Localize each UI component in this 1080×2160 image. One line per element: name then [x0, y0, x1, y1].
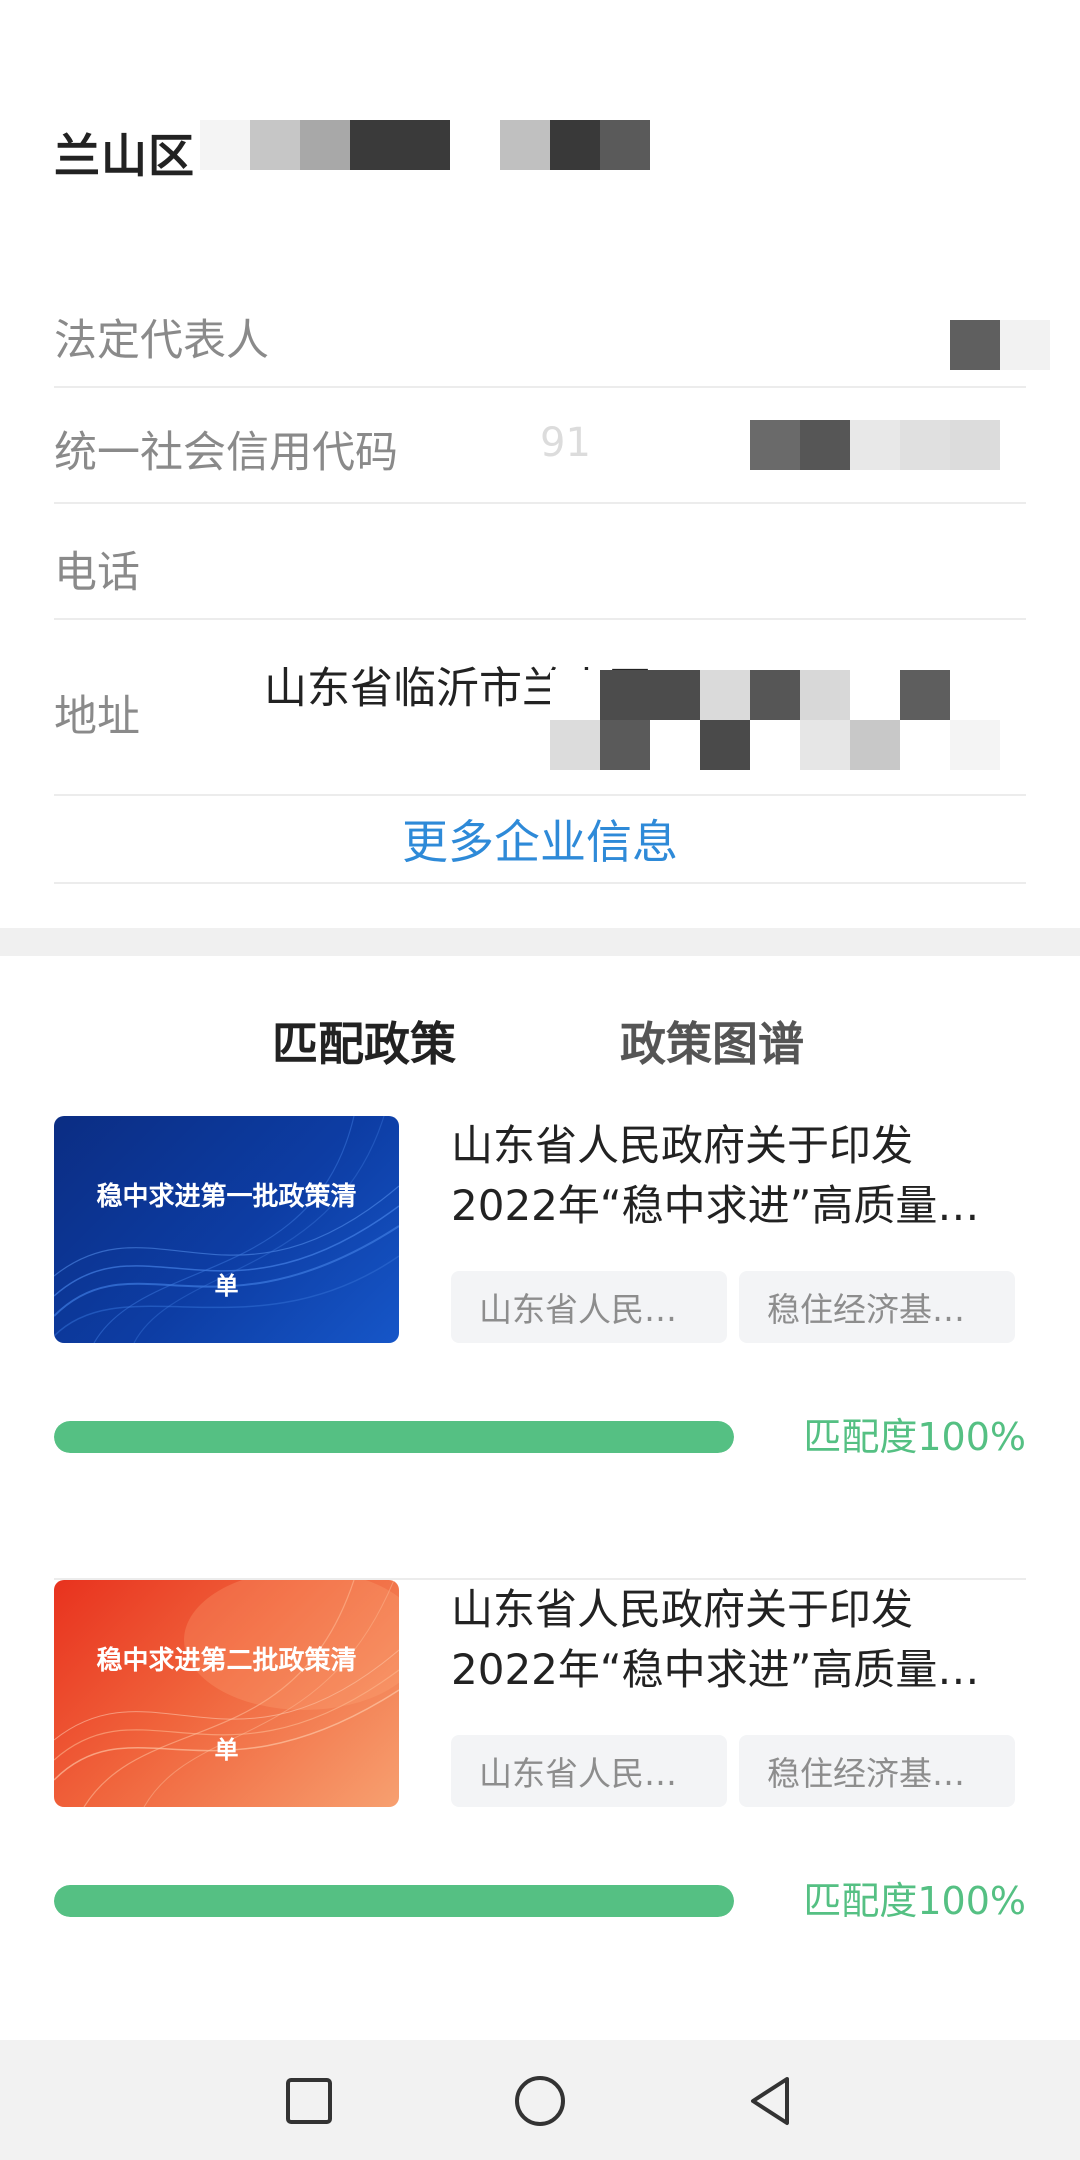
policy-card[interactable]: 稳中求进第二批政策清 单 山东省人民政府关于印发 2022年“稳中求进”高质量…… [54, 1580, 1026, 2044]
recent-apps-icon [286, 2078, 332, 2124]
info-row-legal-rep: 法定代表人 [54, 284, 1050, 388]
wave-pattern [54, 1580, 399, 1807]
info-row-phone: 电话 [54, 504, 1026, 620]
back-button[interactable] [725, 2056, 815, 2146]
policy-title-line: 山东省人民政府关于印发 [451, 1121, 914, 1170]
match-percentage: 匹配度100% [803, 1415, 1026, 1459]
thumbnail-title: 稳中求进第一批政策清 [96, 1182, 357, 1212]
policy-card[interactable]: 稳中求进第一批政策清 单 山东省人民政府关于印发 2022年“稳中求进”高质量…… [54, 1116, 1026, 1580]
more-company-info-label: 更多企业信息 [402, 815, 678, 869]
info-row-address: 地址 山东省临沂市兰山区 [54, 620, 1026, 796]
redacted-value [750, 420, 1000, 470]
policy-title-line: 2022年“稳中求进”高质量… [451, 1645, 980, 1694]
policy-title-line: 2022年“稳中求进”高质量… [451, 1181, 980, 1230]
company-name: 兰山区 [54, 118, 195, 188]
thumbnail-title: 稳中求进第二批政策清 [96, 1646, 357, 1676]
home-button[interactable] [495, 2056, 585, 2146]
tab-policy-map[interactable]: 政策图谱 [620, 1008, 804, 1074]
info-row-credit-code: 统一社会信用代码 91 [54, 388, 1026, 504]
company-name-text: 兰山区 [54, 129, 195, 183]
recent-apps-button[interactable] [264, 2056, 354, 2146]
thumbnail-subtitle: 单 [214, 1736, 239, 1764]
redacted-value [550, 670, 1000, 770]
policy-thumbnail: 稳中求进第二批政策清 单 [54, 1580, 399, 1807]
policy-title-line: 山东省人民政府关于印发 [451, 1585, 914, 1634]
match-percentage: 匹配度100% [803, 1879, 1026, 1923]
match-progress-fill [54, 1885, 734, 1917]
policy-tabs: 匹配政策 政策图谱 [0, 956, 1080, 1106]
redacted-value [950, 320, 1050, 370]
info-label: 地址 [54, 692, 140, 742]
info-label: 统一社会信用代码 [54, 428, 398, 478]
home-icon [515, 2076, 565, 2126]
info-value: 91 [540, 420, 591, 466]
policy-title: 山东省人民政府关于印发 2022年“稳中求进”高质量… [451, 1580, 1011, 1700]
policy-tag: 稳住经济基… [739, 1271, 1015, 1343]
thumbnail-subtitle: 单 [214, 1272, 239, 1300]
info-label: 电话 [54, 548, 140, 598]
policy-title: 山东省人民政府关于印发 2022年“稳中求进”高质量… [451, 1116, 1011, 1236]
match-progress-bar [54, 1421, 734, 1453]
match-progress-bar [54, 1885, 734, 1917]
policy-tag: 山东省人民… [451, 1735, 727, 1807]
section-divider [0, 928, 1080, 956]
wave-pattern [54, 1116, 399, 1343]
company-info-section: 兰山区 法定代表人 统一社会信用代码 91 电话 地址 山东省临沂市兰山区 更多… [0, 0, 1080, 928]
policy-tag: 山东省人民… [451, 1271, 727, 1343]
back-icon [751, 2077, 789, 2125]
policy-tag: 稳住经济基… [739, 1735, 1015, 1807]
more-company-info-link[interactable]: 更多企业信息 [54, 796, 1026, 884]
policy-thumbnail: 稳中求进第一批政策清 单 [54, 1116, 399, 1343]
info-label: 法定代表人 [54, 316, 269, 366]
tab-matched-policies[interactable]: 匹配政策 [272, 1008, 456, 1074]
match-progress-fill [54, 1421, 734, 1453]
redacted-company-name [200, 120, 700, 170]
system-navigation-bar [0, 2040, 1080, 2160]
